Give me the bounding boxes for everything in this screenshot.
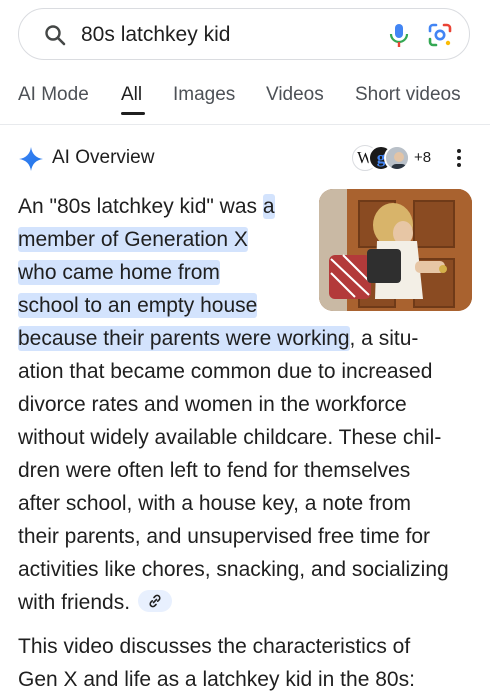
more-vert-icon[interactable] xyxy=(454,148,464,168)
video-intro-text: This video discusses the characteristics… xyxy=(18,630,478,696)
highlighted-text[interactable]: school to an empty house xyxy=(18,293,258,318)
highlighted-text[interactable]: member of Generation X xyxy=(18,227,248,252)
overview-line-6: ation that became common due to increase… xyxy=(18,360,433,383)
sources-button[interactable]: W g +8 xyxy=(352,144,438,172)
tab-images[interactable]: Images xyxy=(173,84,235,106)
active-tab-indicator xyxy=(121,112,145,115)
sources-count: +8 xyxy=(414,149,432,166)
highlighted-text[interactable]: a xyxy=(262,194,275,219)
search-input[interactable]: 80s latchkey kid xyxy=(81,22,230,48)
overview-line-12: activities like chores, snacking, and so… xyxy=(18,558,449,581)
overview-line-11: their parents, and unsupervised free tim… xyxy=(18,525,431,548)
overview-line-4: school to an empty house xyxy=(18,289,258,322)
tab-short-videos[interactable]: Short videos xyxy=(355,84,461,106)
overview-line-10: after school, with a house key, a note f… xyxy=(18,492,411,515)
mic-icon[interactable] xyxy=(387,22,411,48)
video-intro-line-1: This video discusses the characteristics… xyxy=(18,635,411,658)
tab-all[interactable]: All xyxy=(121,84,142,106)
overview-line-1: An "80s latchkey kid" was a xyxy=(18,194,275,219)
search-icon[interactable] xyxy=(43,23,67,47)
overview-line-7: divorce rates and women in the workforce xyxy=(18,393,407,416)
highlighted-text[interactable]: because their parents were working xyxy=(18,326,350,351)
ai-overview-title: AI Overview xyxy=(52,147,155,168)
lens-icon[interactable] xyxy=(427,22,453,48)
video-intro-line-2: Gen X and life as a latchkey kid in the … xyxy=(18,668,415,691)
overview-line-13: with friends. xyxy=(18,586,173,619)
overview-line-5: because their parents were working, a si… xyxy=(18,326,419,351)
overview-line-2: member of Generation X xyxy=(18,223,248,256)
ai-overview-text: An "80s latchkey kid" was a member of Ge… xyxy=(18,190,478,620)
overview-line-3: who came home from xyxy=(18,256,220,289)
source-link-chip[interactable] xyxy=(138,590,173,613)
highlighted-text[interactable]: who came home from xyxy=(18,260,220,285)
overview-line-9: dren were often left to fend for themsel… xyxy=(18,459,411,482)
source-favicon-person xyxy=(384,145,410,171)
ai-spark-icon xyxy=(19,147,43,171)
tab-videos[interactable]: Videos xyxy=(266,84,324,106)
link-icon xyxy=(149,595,161,608)
ai-overview-header: AI Overview W g +8 xyxy=(18,143,478,173)
tab-ai-mode[interactable]: AI Mode xyxy=(18,84,89,106)
tabs-divider xyxy=(0,124,490,125)
overview-line-8: without widely available childcare. Thes… xyxy=(18,426,442,449)
search-bar[interactable]: 80s latchkey kid xyxy=(18,8,470,60)
search-tabs: AI Mode All Images Videos Short videos xyxy=(0,78,490,122)
